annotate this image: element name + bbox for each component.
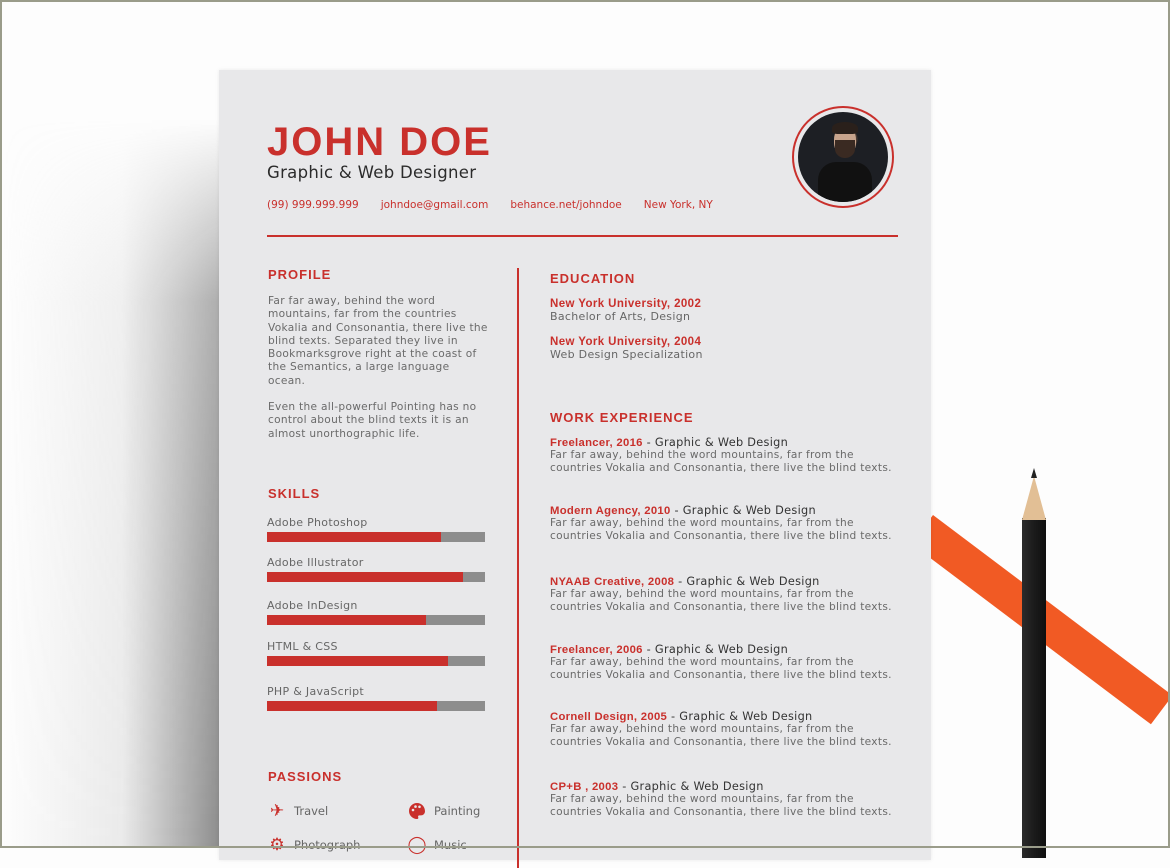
contact-location: New York, NY	[643, 199, 713, 211]
passion-label: Travel	[294, 804, 329, 818]
avatar	[792, 106, 894, 208]
education-item: New York University, 2004 Web Design Spe…	[550, 336, 703, 361]
contact-email: johndoe@gmail.com	[380, 199, 489, 211]
work-item: Freelancer, 2006 - Graphic & Web Design …	[550, 643, 895, 683]
skill-bar	[267, 532, 485, 542]
skill-label: PHP & JavaScript	[267, 685, 365, 698]
passion-item: Painting	[407, 801, 480, 821]
skill-bar	[267, 656, 485, 666]
airplane-icon: ✈	[269, 801, 285, 821]
education-degree: Bachelor of Arts, Design	[550, 310, 691, 323]
skill-item: Adobe Illustrator	[267, 556, 485, 582]
work-company: CP+B , 2003	[550, 781, 619, 793]
pencil-lead	[1031, 468, 1037, 478]
work-role: - Graphic & Web Design	[642, 436, 789, 449]
work-role: - Graphic & Web Design	[670, 504, 816, 517]
skill-bar-fill	[267, 615, 427, 625]
pencil-wood-tip	[1022, 476, 1046, 520]
paper-shadow	[2, 120, 220, 846]
passion-item: ⚙ Photograph	[267, 835, 360, 855]
education-school: New York University, 2002	[550, 298, 702, 310]
passion-label: Photograph	[294, 838, 361, 852]
palette-icon	[407, 801, 427, 821]
passion-label: Music	[434, 838, 467, 852]
skill-bar-fill	[267, 572, 464, 582]
work-item: Modern Agency, 2010 - Graphic & Web Desi…	[550, 504, 895, 544]
passion-item: ✈ Travel	[267, 801, 328, 821]
skill-label: Adobe Illustrator	[267, 556, 364, 569]
contact-phone: (99) 999.999.999	[267, 199, 359, 211]
work-description: Far far away, behind the word mountains,…	[550, 449, 892, 475]
skill-bar	[267, 572, 485, 582]
header-divider	[267, 235, 898, 237]
work-role: - Graphic & Web Design	[674, 575, 820, 588]
resume-name: JOHN DOE	[267, 120, 492, 164]
work-role: - Graphic & Web Design	[642, 643, 789, 656]
camera-icon: ⚙	[269, 835, 285, 855]
pencil	[1020, 468, 1048, 858]
passion-item: ◯ Music	[407, 835, 467, 855]
skill-bar-fill	[267, 532, 442, 542]
work-item: Cornell Design, 2005 - Graphic & Web Des…	[550, 710, 895, 750]
education-heading: EDUCATION	[550, 271, 636, 286]
music-icon: ◯	[407, 835, 427, 855]
skill-label: Adobe Photoshop	[267, 516, 368, 529]
skill-bar-fill	[267, 701, 438, 711]
pencil-body	[1022, 518, 1046, 858]
profile-paragraph: Even the all-powerful Pointing has no co…	[268, 401, 477, 440]
work-company: Modern Agency, 2010	[550, 505, 671, 517]
work-company: Cornell Design, 2005	[550, 711, 668, 723]
work-company: NYAAB Creative, 2008	[550, 576, 675, 588]
skill-item: Adobe Photoshop	[267, 516, 485, 542]
column-divider	[517, 268, 519, 868]
work-item: NYAAB Creative, 2008 - Graphic & Web Des…	[550, 575, 895, 615]
skill-item: HTML & CSS	[267, 640, 485, 666]
work-role: - Graphic & Web Design	[618, 780, 764, 793]
skill-item: PHP & JavaScript	[267, 685, 485, 711]
work-description: Far far away, behind the word mountains,…	[550, 588, 892, 614]
skill-label: Adobe InDesign	[267, 599, 358, 612]
work-experience-heading: WORK EXPERIENCE	[550, 410, 694, 425]
resume-paper: JOHN DOE Graphic & Web Designer (99) 999…	[219, 70, 931, 868]
resume-title: Graphic & Web Designer	[267, 163, 477, 182]
skill-label: HTML & CSS	[267, 640, 338, 653]
contact-info: (99) 999.999.999 johndoe@gmail.com behan…	[267, 199, 735, 211]
work-company: Freelancer, 2006	[550, 644, 643, 656]
work-description: Far far away, behind the word mountains,…	[550, 656, 892, 682]
skill-bar	[267, 615, 485, 625]
work-description: Far far away, behind the word mountains,…	[550, 793, 892, 819]
work-description: Far far away, behind the word mountains,…	[550, 517, 892, 543]
education-school: New York University, 2004	[550, 336, 702, 348]
skill-item: Adobe InDesign	[267, 599, 485, 625]
profile-heading: PROFILE	[268, 267, 332, 282]
education-item: New York University, 2002 Bachelor of Ar…	[550, 298, 701, 323]
skill-bar	[267, 701, 485, 711]
profile-photo	[798, 112, 888, 202]
work-item: Freelancer, 2016 - Graphic & Web Design …	[550, 436, 895, 476]
work-company: Freelancer, 2016	[550, 437, 643, 449]
education-degree: Web Design Specialization	[550, 348, 703, 361]
skill-bar-fill	[267, 656, 448, 666]
contact-website: behance.net/johndoe	[510, 199, 622, 211]
passions-heading: PASSIONS	[268, 769, 343, 784]
work-item: CP+B , 2003 - Graphic & Web Design Far f…	[550, 780, 895, 820]
skills-heading: SKILLS	[268, 486, 321, 501]
profile-paragraph: Far far away, behind the word mountains,…	[268, 295, 488, 387]
passion-label: Painting	[434, 804, 481, 818]
work-role: - Graphic & Web Design	[667, 710, 813, 723]
work-description: Far far away, behind the word mountains,…	[550, 723, 892, 749]
